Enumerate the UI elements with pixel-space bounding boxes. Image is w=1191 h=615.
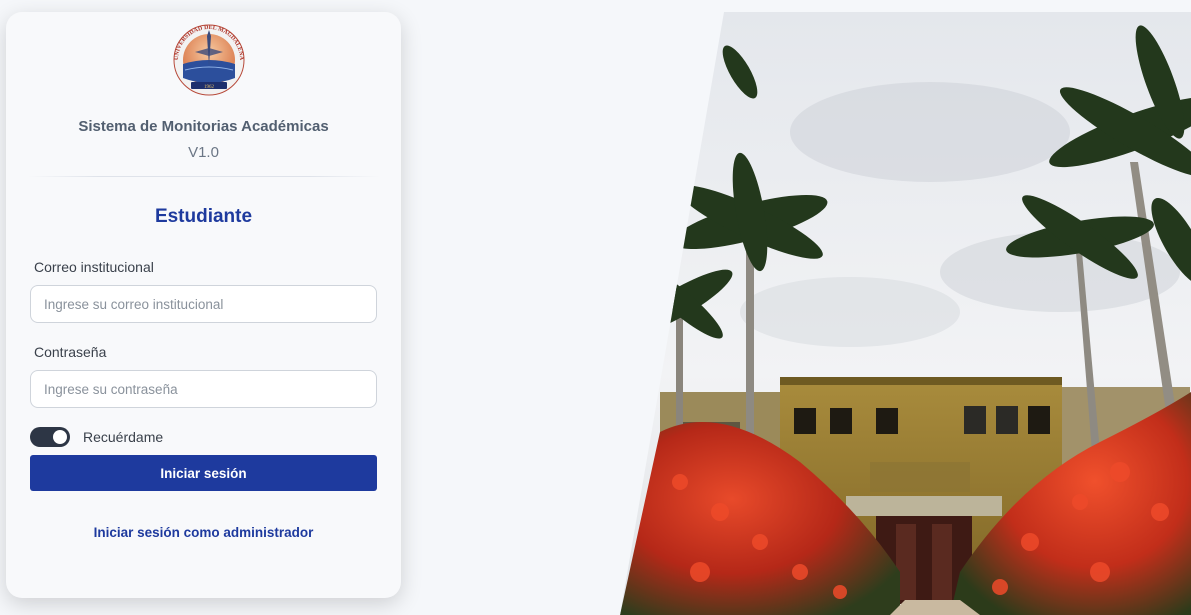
campus-building-photo [620,12,1191,615]
email-label: Correo institucional [34,259,154,275]
admin-login-link[interactable]: Iniciar sesión como administrador [6,525,401,540]
role-title: Estudiante [154,206,253,227]
version-label: V1.0 [188,144,219,161]
toggle-knob [53,430,67,444]
system-title: Sistema de Monitorias Académicas [78,118,329,135]
password-field[interactable] [30,370,377,408]
divider [28,176,380,177]
university-logo: 1962 UNIVERSIDAD DEL MAGDALENA [173,24,245,96]
svg-text:1962: 1962 [204,85,215,90]
remember-me-toggle[interactable] [30,427,70,447]
login-button[interactable]: Iniciar sesión [30,455,377,491]
login-card: 1962 UNIVERSIDAD DEL MAGDALENA Sistema d… [6,12,401,598]
email-field[interactable] [30,285,377,323]
remember-me-label[interactable]: Recuérdame [83,429,163,445]
password-label: Contraseña [34,344,107,360]
